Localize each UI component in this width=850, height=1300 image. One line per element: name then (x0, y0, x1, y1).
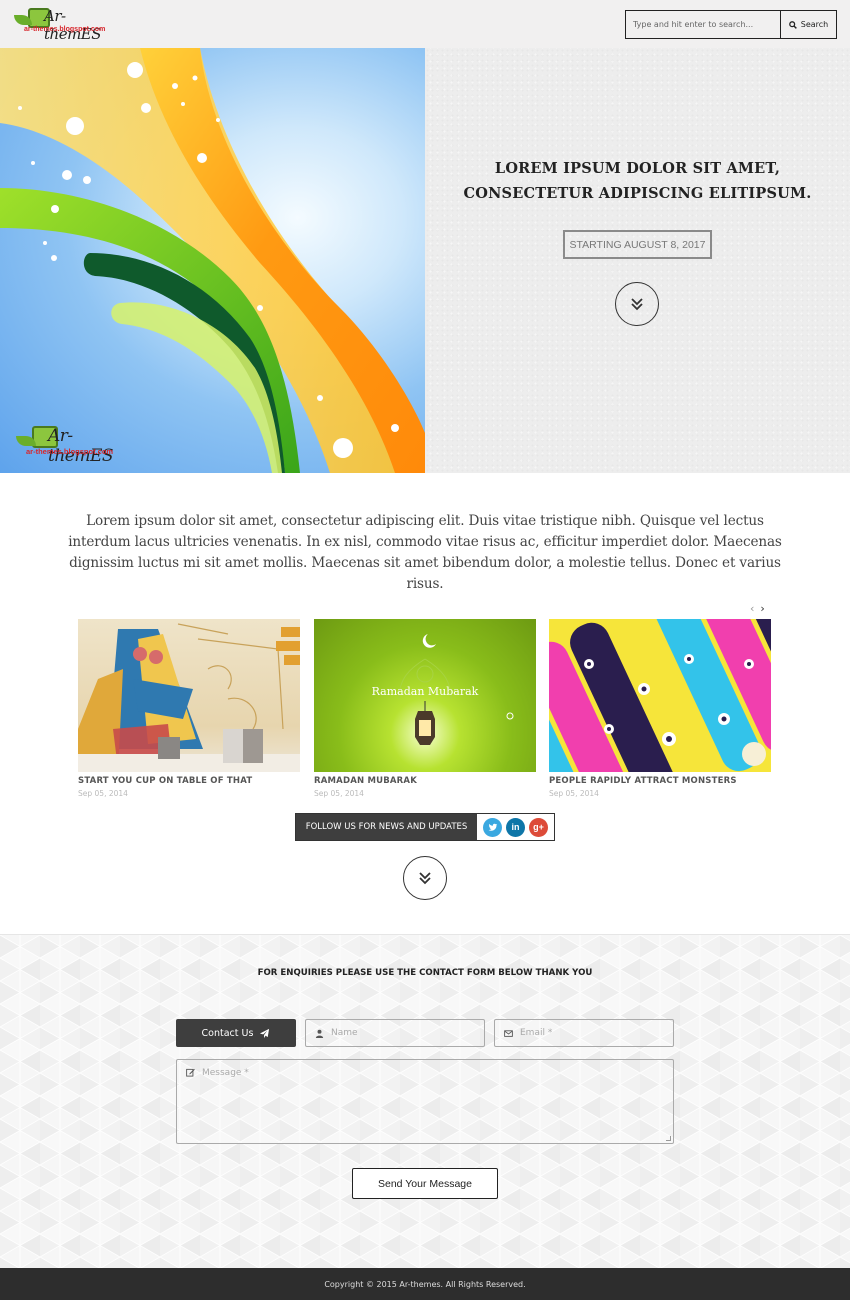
textarea-resize-handle[interactable] (666, 1136, 671, 1141)
double-chevron-down-icon (631, 298, 643, 311)
hero-scroll-down-button[interactable] (615, 282, 659, 326)
follow-label: FOLLOW US FOR NEWS AND UPDATES (296, 814, 477, 840)
hero-title-line-2: CONSECTETUR ADIPISCING ELITIPSUM. (463, 185, 812, 202)
logo-subtext: ar-themes.blogspot.com (24, 26, 106, 33)
carousel-controls: ‹ › (750, 602, 765, 615)
post-thumbnail[interactable] (549, 619, 771, 772)
contact-us-button[interactable]: Contact Us (176, 1019, 296, 1047)
site-footer: Copyright © 2015 Ar-themes. All Rights R… (0, 1268, 850, 1300)
twitter-icon[interactable] (483, 817, 502, 837)
name-field (305, 1019, 485, 1047)
follow-bar: FOLLOW US FOR NEWS AND UPDATES in g+ (295, 813, 555, 841)
message-field (176, 1059, 674, 1144)
abstract-swirl-artwork (0, 48, 425, 473)
name-input[interactable] (331, 1028, 484, 1038)
search-button-label: Search (800, 20, 829, 29)
double-chevron-down-icon (419, 872, 431, 885)
post-date: Sep 05, 2014 (549, 789, 599, 798)
email-field (494, 1019, 674, 1047)
google-plus-icon[interactable]: g+ (529, 817, 548, 837)
hero-title: LOREM IPSUM DOLOR SIT AMET, CONSECTETUR … (425, 156, 850, 206)
site-header: Ar-themES ar-themes.blogspot.com Search (0, 0, 850, 48)
post-title[interactable]: PEOPLE RAPIDLY ATTRACT MONSTERS (549, 776, 771, 786)
ramadan-image-caption: Ramadan Mubarak (372, 685, 479, 698)
hero-text-panel: LOREM IPSUM DOLOR SIT AMET, CONSECTETUR … (425, 48, 850, 473)
contact-us-label: Contact Us (201, 1027, 254, 1039)
carousel-post[interactable]: PEOPLE RAPIDLY ATTRACT MONSTERS Sep 05, … (549, 619, 771, 798)
post-title[interactable]: RAMADAN MUBARAK (314, 776, 536, 786)
post-title[interactable]: START YOU CUP ON TABLE OF THAT (78, 776, 300, 786)
date-badge: STARTING AUGUST 8, 2017 (563, 230, 712, 259)
edit-icon (186, 1068, 195, 1077)
cafe-mural-image (78, 623, 300, 772)
watermark-subtext: ar-themes.blogspot.com (26, 447, 114, 456)
hero-image: Ar-themES ar-themes.blogspot.com (0, 48, 425, 473)
contact-heading: FOR ENQUIRIES PLEASE USE THE CONTACT FOR… (257, 968, 593, 978)
social-icons: in g+ (477, 814, 554, 840)
ramadan-lantern-image: Ramadan Mubarak (372, 634, 514, 745)
search-input[interactable] (626, 11, 781, 38)
post-thumbnail[interactable] (78, 619, 300, 772)
post-thumbnail[interactable]: Ramadan Mubarak (314, 619, 536, 772)
post-date: Sep 05, 2014 (78, 789, 128, 798)
user-icon (315, 1029, 324, 1038)
logo-text: Ar-themES (44, 7, 102, 43)
watermark-text: Ar-themES (48, 426, 114, 466)
hero-image-watermark: Ar-themES ar-themes.blogspot.com (14, 426, 124, 466)
message-textarea[interactable] (202, 1068, 673, 1140)
site-logo[interactable]: Ar-themES ar-themes.blogspot.com (14, 7, 106, 43)
paper-plane-icon (260, 1028, 270, 1038)
search-button[interactable]: Search (781, 11, 836, 38)
search-form: Search (625, 10, 837, 39)
contact-section: FOR ENQUIRIES PLEASE USE THE CONTACT FOR… (0, 934, 850, 1268)
send-message-button[interactable]: Send Your Message (352, 1168, 498, 1199)
linkedin-icon[interactable]: in (506, 817, 525, 837)
intro-paragraph: Lorem ipsum dolor sit amet, consectetur … (68, 513, 782, 592)
search-icon (788, 20, 797, 29)
carousel-prev-button[interactable]: ‹ (750, 602, 754, 615)
email-input[interactable] (520, 1028, 673, 1038)
hero-title-line-1: LOREM IPSUM DOLOR SIT AMET, (494, 160, 781, 177)
carousel-post[interactable]: Ramadan Mubarak RAMADAN MUBARAK Sep 05, … (314, 619, 536, 798)
section-scroll-down-button[interactable] (403, 856, 447, 900)
carousel-post[interactable]: START YOU CUP ON TABLE OF THAT Sep 05, 2… (78, 619, 300, 798)
monsters-pattern-image (549, 619, 771, 772)
post-date: Sep 05, 2014 (314, 789, 364, 798)
copyright-text: Copyright © 2015 Ar-themes. All Rights R… (324, 1279, 526, 1289)
envelope-icon (504, 1029, 513, 1037)
carousel-next-button[interactable]: › (760, 602, 764, 615)
